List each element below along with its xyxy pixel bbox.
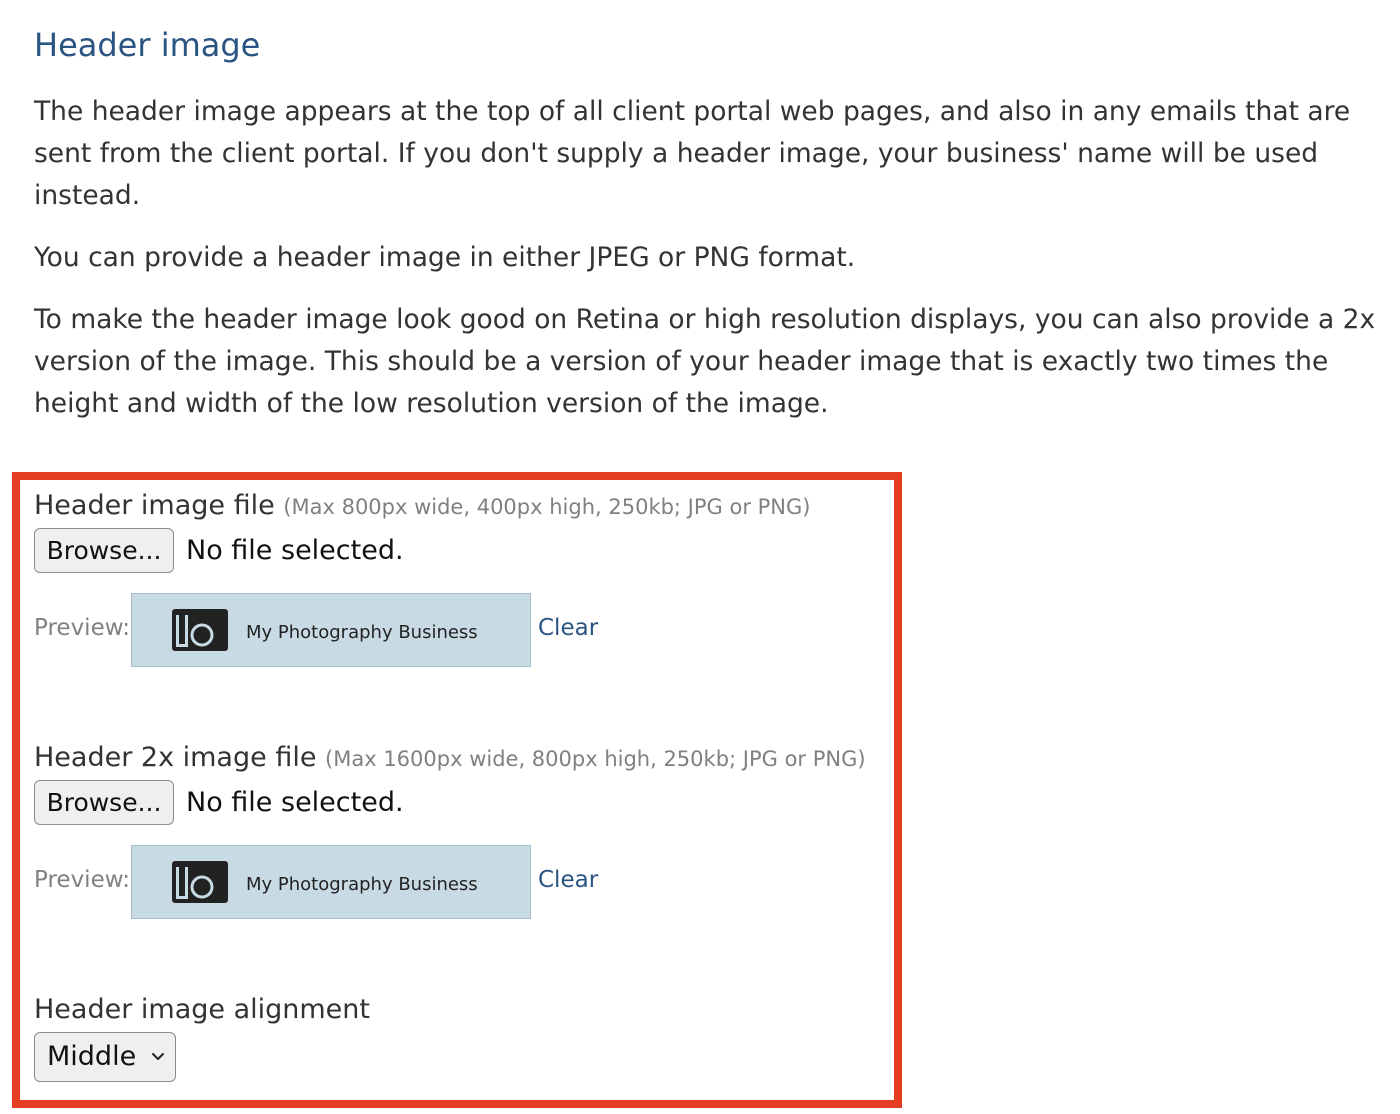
- header-image-browse-button[interactable]: Browse...: [34, 528, 174, 573]
- retina-paragraph: To make the header image look good on Re…: [34, 304, 1376, 419]
- header-image-preview-text: My Photography Business: [246, 622, 478, 643]
- page-title: Header image: [34, 26, 261, 64]
- header-image-field-label: Header image file (Max 800px wide, 400px…: [34, 488, 810, 525]
- lb-logo-icon: [172, 609, 228, 651]
- alignment-select[interactable]: Middle: [34, 1032, 176, 1082]
- alignment-label: Header image alignment: [34, 994, 370, 1025]
- alignment-select-value: Middle: [47, 1041, 137, 1072]
- header-2x-image-label-text: Header 2x image file: [34, 742, 317, 773]
- header-image-file-status: No file selected.: [186, 535, 404, 566]
- header-2x-image-hint: (Max 1600px wide, 800px high, 250kb; JPG…: [325, 747, 866, 771]
- header-2x-image-clear-link[interactable]: Clear: [538, 865, 598, 895]
- header-image-label-text: Header image file: [34, 490, 275, 521]
- header-2x-image-file-status: No file selected.: [186, 787, 404, 818]
- format-paragraph: You can provide a header image in either…: [34, 242, 856, 273]
- header-image-hint: (Max 800px wide, 400px high, 250kb; JPG …: [283, 495, 811, 519]
- lb-logo-icon: [172, 861, 228, 903]
- header-image-preview-label: Preview:: [34, 615, 131, 641]
- header-2x-image-preview: My Photography Business: [131, 845, 531, 919]
- header-2x-image-field-label: Header 2x image file (Max 1600px wide, 8…: [34, 740, 866, 777]
- header-image-clear-link[interactable]: Clear: [538, 613, 598, 643]
- intro-paragraph: The header image appears at the top of a…: [34, 96, 1351, 211]
- header-2x-image-browse-button[interactable]: Browse...: [34, 780, 174, 825]
- header-2x-image-preview-text: My Photography Business: [246, 874, 478, 895]
- chevron-down-icon: [152, 1053, 164, 1060]
- header-image-preview: My Photography Business: [131, 593, 531, 667]
- header-2x-image-preview-label: Preview:: [34, 867, 131, 893]
